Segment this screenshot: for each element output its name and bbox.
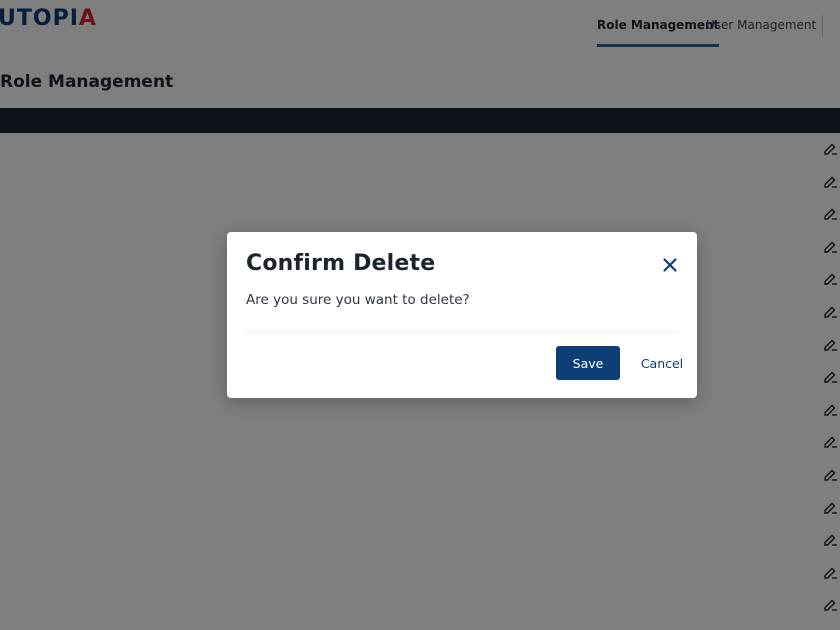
- cancel-button[interactable]: Cancel: [633, 346, 691, 380]
- dialog-divider: [246, 331, 678, 332]
- dialog-message: Are you sure you want to delete?: [246, 292, 470, 308]
- close-icon[interactable]: [661, 256, 679, 274]
- confirm-delete-dialog: Confirm Delete Are you sure you want to …: [227, 232, 697, 398]
- save-button[interactable]: Save: [556, 346, 620, 380]
- dialog-title: Confirm Delete: [246, 251, 436, 276]
